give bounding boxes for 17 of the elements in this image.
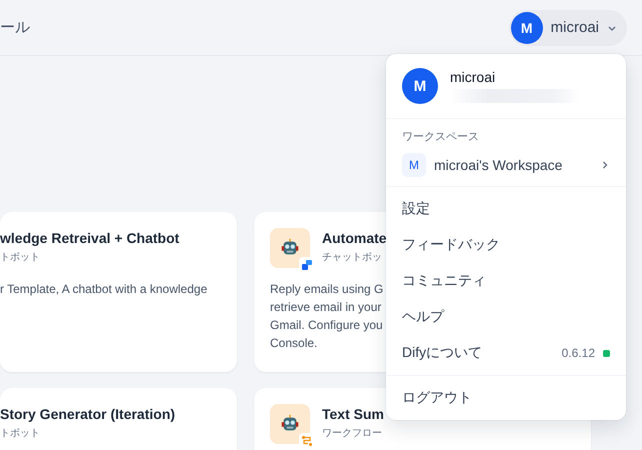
app-title: wledge Retreival + Chatbot bbox=[0, 229, 180, 248]
app-title: Story Generator (Iteration) bbox=[0, 405, 176, 424]
avatar: M bbox=[510, 12, 543, 44]
app-type: トボット bbox=[0, 427, 41, 440]
version-label: 0.6.12 bbox=[562, 346, 595, 360]
avatar: M bbox=[402, 68, 438, 104]
app-description: Reply emails using G retrieve email in your Gmail. Configure you Console. bbox=[270, 281, 384, 352]
app-description: r Template, A chatbot with a knowledge bbox=[0, 281, 208, 298]
app-type: チャットボッ bbox=[322, 251, 383, 264]
app-title: Text Sum bbox=[322, 405, 384, 424]
app-type: トボット bbox=[0, 251, 41, 264]
workspace-avatar: M bbox=[402, 153, 426, 177]
page-title: ール bbox=[0, 18, 30, 37]
section-label: ワークスペース bbox=[402, 130, 480, 144]
app-type: ワークフロー bbox=[322, 427, 383, 440]
user-name: microai bbox=[450, 69, 496, 85]
app-title: Automate bbox=[322, 229, 387, 248]
